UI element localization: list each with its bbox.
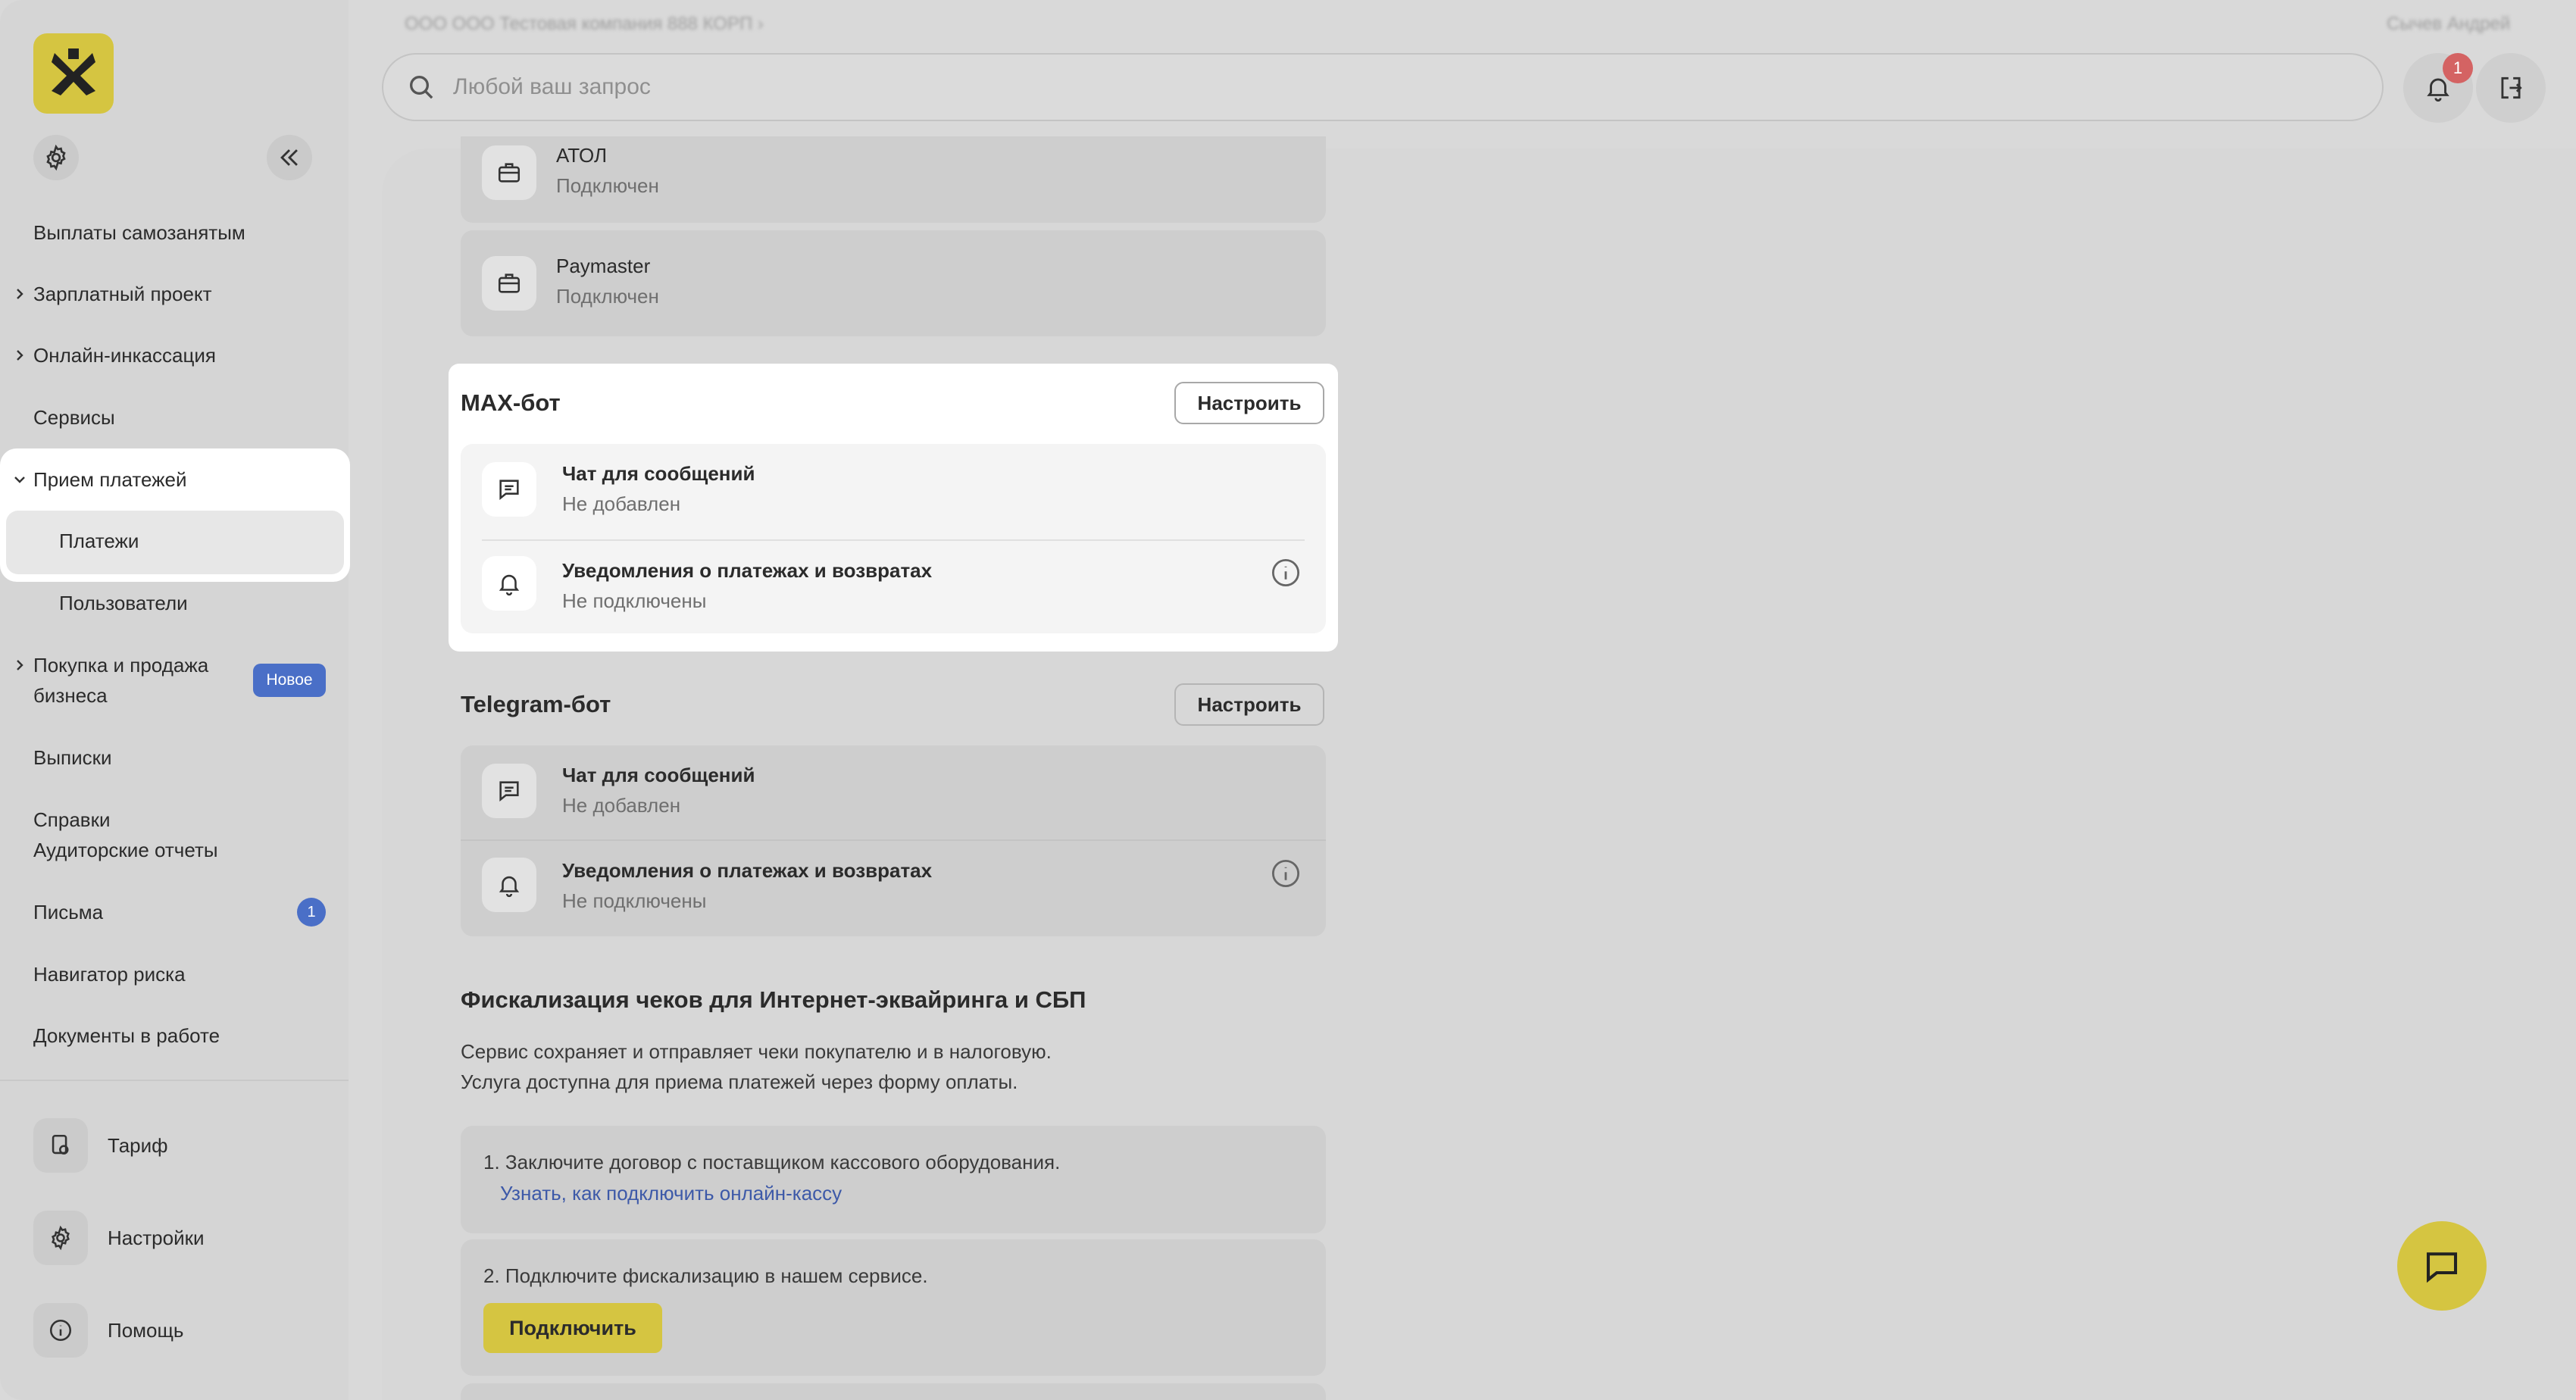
- chat-message-icon: [482, 764, 536, 818]
- chevron-right-icon: [12, 340, 27, 370]
- search-input[interactable]: [453, 74, 2271, 100]
- cash-register-status: Подключен: [556, 285, 659, 308]
- chat-message-icon: [482, 462, 536, 517]
- sidebar-tariff-label: Тариф: [108, 1133, 168, 1157]
- sidebar-help-label: Помощь: [108, 1318, 184, 1342]
- telegram-bot-rows: Чат для сообщений Не добавлен Уведомлени…: [461, 745, 1326, 936]
- chevron-right-icon: ›: [757, 14, 764, 34]
- gear-icon: [33, 1211, 88, 1265]
- cash-register-status: Подключен: [556, 174, 659, 197]
- telegram-notifications-title[interactable]: Уведомления о платежах и возвратах: [562, 859, 932, 883]
- fiscal-description-line1: Сервис сохраняет и отправляет чеки покуп…: [461, 1040, 1052, 1063]
- telegram-chat-status: Не добавлен: [562, 794, 681, 817]
- user-name[interactable]: Сычев Андрей: [2387, 14, 2510, 35]
- sidebar-item-services[interactable]: Сервисы: [33, 402, 115, 433]
- search-bar[interactable]: [382, 53, 2384, 121]
- chevron-down-icon: [12, 464, 27, 495]
- sidebar-item-business-trade[interactable]: Покупка и продажа бизнеса: [17, 650, 208, 711]
- max-bot-title: MAX-бот: [461, 389, 561, 416]
- row-divider: [482, 539, 1305, 541]
- new-badge: Новое: [253, 664, 326, 697]
- logout-icon: [2501, 77, 2522, 99]
- sidebar-settings-label: Настройки: [108, 1226, 205, 1249]
- sidebar-item-letters[interactable]: Письма: [33, 897, 103, 927]
- fiscal-next-card: [461, 1383, 1326, 1400]
- cash-register-card-atol[interactable]: АТОЛ Подключен: [461, 136, 1326, 223]
- telegram-bot-title: Telegram-бот: [461, 691, 611, 717]
- sidebar-item-online-collection[interactable]: Онлайн-инкассация: [17, 340, 216, 370]
- gear-icon: [46, 144, 66, 171]
- max-bot-configure-button[interactable]: Настроить: [1174, 382, 1324, 424]
- max-notifications-title[interactable]: Уведомления о платежах и возвратах: [562, 559, 932, 583]
- sidebar-divider: [0, 1080, 349, 1081]
- breadcrumb[interactable]: ООО ООО Тестовая компания 888 КОРП ›: [405, 14, 764, 35]
- fiscal-step1-card: 1. Заключите договор с поставщиком кассо…: [461, 1126, 1326, 1233]
- sidebar-item-payment-acceptance[interactable]: Прием платежей: [14, 464, 187, 495]
- telegram-chat-title[interactable]: Чат для сообщений: [562, 764, 755, 787]
- cash-register-name: Paymaster: [556, 255, 651, 277]
- sidebar-item-statements[interactable]: Выписки: [33, 742, 112, 773]
- max-chat-status: Не добавлен: [562, 492, 681, 515]
- logout-button[interactable]: [2476, 53, 2546, 123]
- active-nav-item-bg: [6, 511, 344, 574]
- sidebar-item-users[interactable]: Пользователи: [59, 588, 188, 618]
- cash-register-card-paymaster[interactable]: Paymaster Подключен: [461, 230, 1326, 336]
- chat-bubble-icon: [2426, 1252, 2458, 1283]
- collapse-sidebar-button[interactable]: [267, 135, 312, 180]
- bell-icon: [482, 858, 536, 912]
- logo-cross-icon: [52, 48, 95, 95]
- bell-icon: [482, 556, 536, 611]
- fiscal-title: Фискализация чеков для Интернет-эквайрин…: [461, 986, 1086, 1013]
- letters-count-badge: 1: [297, 898, 326, 927]
- max-chat-title[interactable]: Чат для сообщений: [562, 462, 755, 486]
- connect-button[interactable]: Подключить: [483, 1303, 662, 1353]
- info-icon: [33, 1303, 88, 1358]
- chevron-right-icon: [12, 279, 27, 309]
- telegram-bot-configure-button[interactable]: Настроить: [1174, 683, 1324, 726]
- sidebar-item-payments[interactable]: Платежи: [59, 526, 139, 556]
- settings-gear-button[interactable]: [33, 135, 79, 180]
- sidebar-item-documents-in-progress[interactable]: Документы в работе: [33, 1020, 220, 1051]
- fiscal-step1-link[interactable]: Узнать, как подключить онлайн-кассу: [500, 1182, 842, 1205]
- double-chevron-left-icon: [280, 149, 298, 166]
- sidebar-item-certificates[interactable]: Справки Аудиторские отчеты: [33, 805, 218, 865]
- briefcase-icon: [482, 145, 536, 200]
- briefcase-icon: [482, 256, 536, 311]
- logo[interactable]: [33, 33, 114, 114]
- telegram-notifications-status: Не подключены: [562, 889, 707, 912]
- sidebar-item-self-employed-payouts[interactable]: Выплаты самозанятым: [33, 217, 245, 248]
- max-notifications-status: Не подключены: [562, 589, 707, 612]
- row-divider: [461, 839, 1326, 841]
- info-icon[interactable]: [1270, 858, 1302, 889]
- sidebar-item-salary-project[interactable]: Зарплатный проект: [17, 279, 212, 309]
- fiscal-description-line2: Услуга доступна для приема платежей чере…: [461, 1070, 1018, 1093]
- search-icon: [410, 76, 433, 99]
- sidebar-settings[interactable]: Настройки: [33, 1211, 205, 1265]
- sidebar-tariff[interactable]: Тариф: [33, 1118, 168, 1173]
- cash-register-name: АТОЛ: [556, 144, 608, 167]
- notification-count-badge: 1: [2443, 53, 2473, 83]
- sidebar-item-risk-navigator[interactable]: Навигатор риска: [33, 959, 186, 989]
- chevron-right-icon: [12, 650, 27, 680]
- tariff-doc-icon: [33, 1118, 88, 1173]
- support-chat-button[interactable]: [2397, 1221, 2487, 1311]
- info-icon[interactable]: [1270, 557, 1302, 589]
- sidebar-help[interactable]: Помощь: [33, 1303, 183, 1358]
- fiscal-step2-text: 2. Подключите фискализацию в нашем серви…: [483, 1264, 928, 1287]
- fiscal-step1-text: 1. Заключите договор с поставщиком кассо…: [483, 1151, 1061, 1173]
